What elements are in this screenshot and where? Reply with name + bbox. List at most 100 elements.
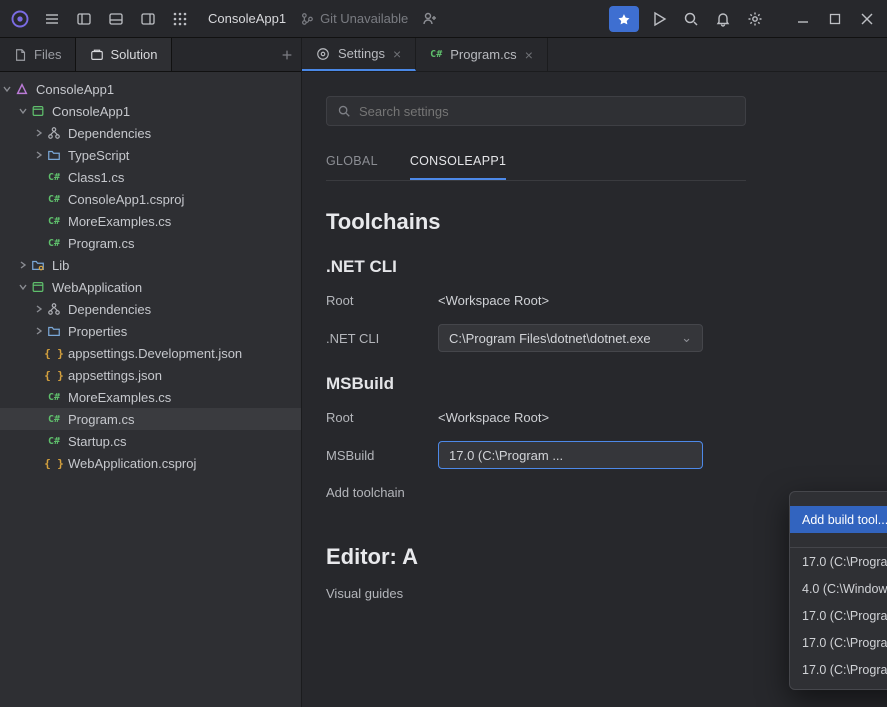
- json-icon: { }: [46, 455, 62, 471]
- project-name[interactable]: ConsoleApp1: [202, 11, 292, 26]
- tree-item[interactable]: C#Class1.cs: [0, 166, 301, 188]
- dropdown-item[interactable]: 17.0 (C:\Program Files\Microsof...Build\…: [790, 602, 887, 629]
- tab-program-label: Program.cs: [450, 47, 516, 62]
- tree-item[interactable]: Properties: [0, 320, 301, 342]
- chevron-icon[interactable]: [32, 126, 46, 140]
- sidebar-tab-files[interactable]: Files: [0, 38, 76, 71]
- settings-small-icon: [316, 47, 330, 61]
- chevron-icon: [32, 192, 46, 206]
- sidebar-tabs: Files Solution: [0, 38, 301, 72]
- visual-guides-label: Visual guides: [326, 586, 403, 601]
- gear-icon[interactable]: [741, 5, 769, 33]
- chevron-icon: [32, 412, 46, 426]
- chevron-icon[interactable]: [32, 148, 46, 162]
- sidebar-tab-solution[interactable]: Solution: [76, 38, 172, 71]
- netcli-combo[interactable]: C:\Program Files\dotnet\dotnet.exe ⌄: [438, 324, 703, 352]
- cs-icon: C#: [46, 411, 62, 427]
- tree-item[interactable]: C#MoreExamples.cs: [0, 386, 301, 408]
- settings-page: GLOBAL CONSOLEAPP1 Toolchains .NET CLI R…: [302, 72, 887, 707]
- maximize-icon[interactable]: [821, 5, 849, 33]
- tree-item-label: appsettings.Development.json: [68, 346, 242, 361]
- add-user-icon[interactable]: [416, 5, 444, 33]
- tree-item[interactable]: ConsoleApp1: [0, 100, 301, 122]
- msbuild-label: MSBuild: [326, 448, 438, 463]
- msbuild-combo[interactable]: 17.0 (C:\Program ...: [438, 441, 703, 469]
- minimize-icon[interactable]: [789, 5, 817, 33]
- settings-tab-global[interactable]: GLOBAL: [326, 154, 378, 180]
- tree-item[interactable]: Lib: [0, 254, 301, 276]
- tree-item-label: appsettings.json: [68, 368, 162, 383]
- play-icon[interactable]: [645, 5, 673, 33]
- chevron-icon[interactable]: [16, 104, 30, 118]
- sol-icon: [14, 81, 30, 97]
- tree-item[interactable]: { }WebApplication.csproj: [0, 452, 301, 474]
- tree-item[interactable]: ConsoleApp1: [0, 78, 301, 100]
- close-icon[interactable]: ×: [393, 46, 401, 62]
- tree-item[interactable]: Dependencies: [0, 122, 301, 144]
- search-input[interactable]: [326, 96, 746, 126]
- git-status-label: Git Unavailable: [320, 11, 408, 26]
- dep-icon: [46, 125, 62, 141]
- tree-item-label: Dependencies: [68, 126, 151, 141]
- tree-item-label: WebApplication: [52, 280, 142, 295]
- csharp-icon: C#: [430, 49, 442, 60]
- chevron-icon[interactable]: [32, 324, 46, 338]
- tree-item[interactable]: WebApplication: [0, 276, 301, 298]
- tab-program[interactable]: C# Program.cs ×: [416, 38, 548, 71]
- search-field[interactable]: [359, 104, 735, 119]
- panel-right-icon[interactable]: [134, 5, 162, 33]
- settings-tab-project[interactable]: CONSOLEAPP1: [410, 154, 506, 180]
- chevron-icon[interactable]: [16, 280, 30, 294]
- tree-item[interactable]: C#Program.cs: [0, 408, 301, 430]
- tree-item[interactable]: Dependencies: [0, 298, 301, 320]
- tree-item[interactable]: C#ConsoleApp1.csproj: [0, 188, 301, 210]
- git-status[interactable]: Git Unavailable: [300, 11, 408, 26]
- tree-item-label: Properties: [68, 324, 127, 339]
- tree-item-label: Startup.cs: [68, 434, 127, 449]
- subsection-msbuild: MSBuild: [326, 374, 887, 394]
- cs-icon: C#: [46, 433, 62, 449]
- close-icon[interactable]: ×: [525, 47, 533, 63]
- chevron-icon: [32, 434, 46, 448]
- cs-icon: C#: [46, 213, 62, 229]
- solution-icon: [90, 48, 104, 62]
- cs-icon: C#: [46, 389, 62, 405]
- tree-item[interactable]: { }appsettings.Development.json: [0, 342, 301, 364]
- netcli-root-value: <Workspace Root>: [438, 293, 549, 308]
- tab-settings-label: Settings: [338, 46, 385, 61]
- tree-item[interactable]: { } appsettings.json: [0, 364, 301, 386]
- menu-icon[interactable]: [38, 5, 66, 33]
- grid-icon[interactable]: [166, 5, 194, 33]
- dropdown-item[interactable]: 17.0 (C:\Program Files\dotnet\s...0\MSBu…: [790, 548, 887, 575]
- chevron-icon[interactable]: [0, 82, 14, 96]
- search-icon[interactable]: [677, 5, 705, 33]
- close-icon[interactable]: [853, 5, 881, 33]
- settings-tabs: GLOBAL CONSOLEAPP1: [326, 154, 746, 181]
- tree-item[interactable]: C#MoreExamples.cs: [0, 210, 301, 232]
- tree-item-label: Lib: [52, 258, 69, 273]
- msbuild-dropdown[interactable]: Add build tool... 17.0 (C:\Program Files…: [789, 491, 887, 690]
- folder-lib-icon: [30, 257, 46, 273]
- chevron-icon[interactable]: [16, 258, 30, 272]
- dropdown-add-build-tool[interactable]: Add build tool...: [790, 506, 887, 533]
- add-tab-icon[interactable]: [273, 38, 301, 71]
- panel-left-icon[interactable]: [70, 5, 98, 33]
- dropdown-item[interactable]: 17.0 (C:\Program Files\Microsof...urrent…: [790, 629, 887, 656]
- tree-item[interactable]: TypeScript: [0, 144, 301, 166]
- tree-item-label: Dependencies: [68, 302, 151, 317]
- bell-icon[interactable]: [709, 5, 737, 33]
- jetbrains-logo-icon[interactable]: [6, 5, 34, 33]
- run-button[interactable]: [609, 6, 639, 32]
- tree-item[interactable]: C# Startup.cs: [0, 430, 301, 452]
- proj-icon: [30, 279, 46, 295]
- dropdown-item[interactable]: 4.0 (C:\Windows\Microsoft.NET...work\v4.…: [790, 575, 887, 602]
- json-icon: { }: [46, 367, 62, 383]
- cs-icon: C#: [46, 191, 62, 207]
- dropdown-item[interactable]: 17.0 (C:\Program Files\dotnet\sdk\7.0.10…: [790, 656, 887, 683]
- tree-item[interactable]: C#Program.cs: [0, 232, 301, 254]
- tree-item-label: ConsoleApp1: [36, 82, 114, 97]
- tab-settings[interactable]: Settings ×: [302, 38, 416, 71]
- panel-bottom-icon[interactable]: [102, 5, 130, 33]
- solution-tree[interactable]: ConsoleApp1 ConsoleApp1 Dependencies TypeSc…: [0, 72, 301, 707]
- chevron-icon[interactable]: [32, 302, 46, 316]
